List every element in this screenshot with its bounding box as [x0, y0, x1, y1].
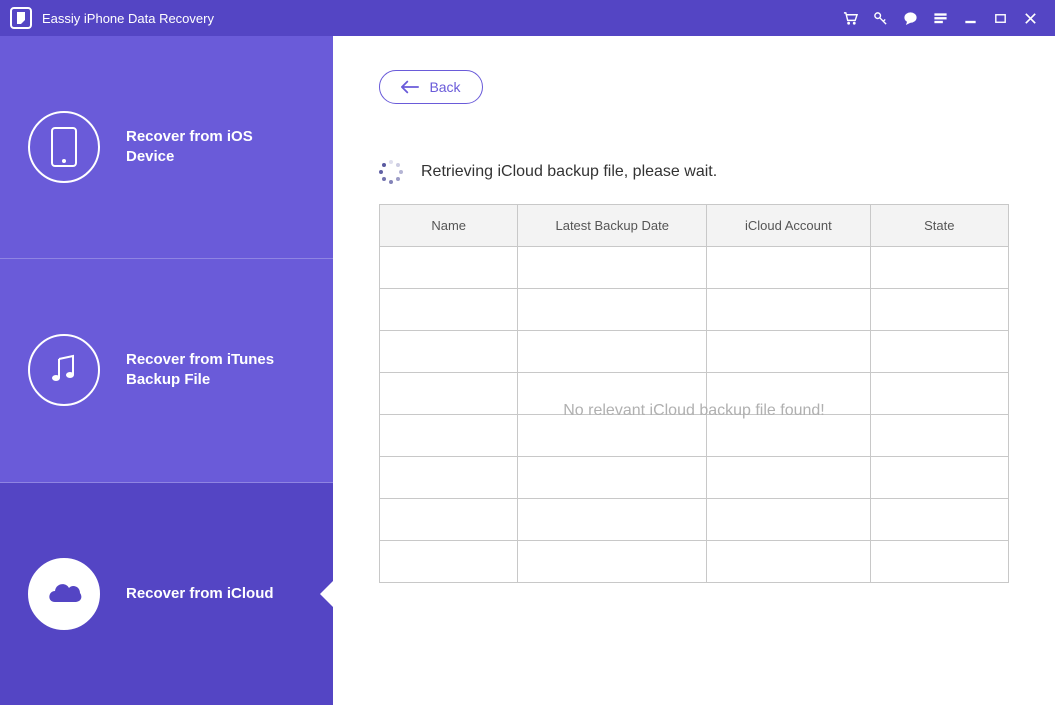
col-header-state: State — [870, 205, 1008, 247]
table-row — [380, 331, 1009, 373]
app-logo-icon — [10, 7, 32, 29]
sidebar-item-label: Recover from iOS Device — [126, 127, 286, 168]
backup-table: Name Latest Backup Date iCloud Account S… — [379, 204, 1009, 583]
key-icon[interactable] — [867, 5, 893, 31]
sidebar-item-icloud[interactable]: Recover from iCloud — [0, 483, 333, 705]
col-header-account: iCloud Account — [707, 205, 871, 247]
table-row — [380, 373, 1009, 415]
titlebar: Eassiy iPhone Data Recovery — [0, 0, 1055, 36]
table-row — [380, 247, 1009, 289]
cart-icon[interactable] — [837, 5, 863, 31]
sidebar-item-itunes-backup[interactable]: Recover from iTunes Backup File — [0, 259, 333, 482]
music-note-icon — [28, 334, 100, 406]
table-row — [380, 541, 1009, 583]
minimize-icon[interactable] — [957, 5, 983, 31]
table-row — [380, 499, 1009, 541]
table-row — [380, 289, 1009, 331]
close-icon[interactable] — [1017, 5, 1043, 31]
back-button-label: Back — [429, 79, 460, 95]
loading-spinner-icon — [379, 160, 403, 184]
main-panel: Back Retrieving iCloud backup file, plea… — [333, 36, 1055, 705]
col-header-name: Name — [380, 205, 518, 247]
back-button[interactable]: Back — [379, 70, 483, 104]
phone-icon — [28, 111, 100, 183]
cloud-icon — [28, 558, 100, 630]
table-row — [380, 457, 1009, 499]
status-text: Retrieving iCloud backup file, please wa… — [421, 163, 717, 181]
arrow-left-icon — [401, 80, 419, 94]
status-row: Retrieving iCloud backup file, please wa… — [379, 160, 1009, 184]
sidebar-item-label: Recover from iCloud — [126, 584, 274, 604]
table-row — [380, 415, 1009, 457]
col-header-date: Latest Backup Date — [518, 205, 707, 247]
chat-icon[interactable] — [897, 5, 923, 31]
maximize-icon[interactable] — [987, 5, 1013, 31]
backup-table-wrap: Name Latest Backup Date iCloud Account S… — [379, 204, 1009, 671]
app-title: Eassiy iPhone Data Recovery — [42, 11, 214, 26]
sidebar: Recover from iOS Device Recover from iTu… — [0, 36, 333, 705]
sidebar-item-label: Recover from iTunes Backup File — [126, 350, 286, 391]
menu-icon[interactable] — [927, 5, 953, 31]
sidebar-item-ios-device[interactable]: Recover from iOS Device — [0, 36, 333, 259]
